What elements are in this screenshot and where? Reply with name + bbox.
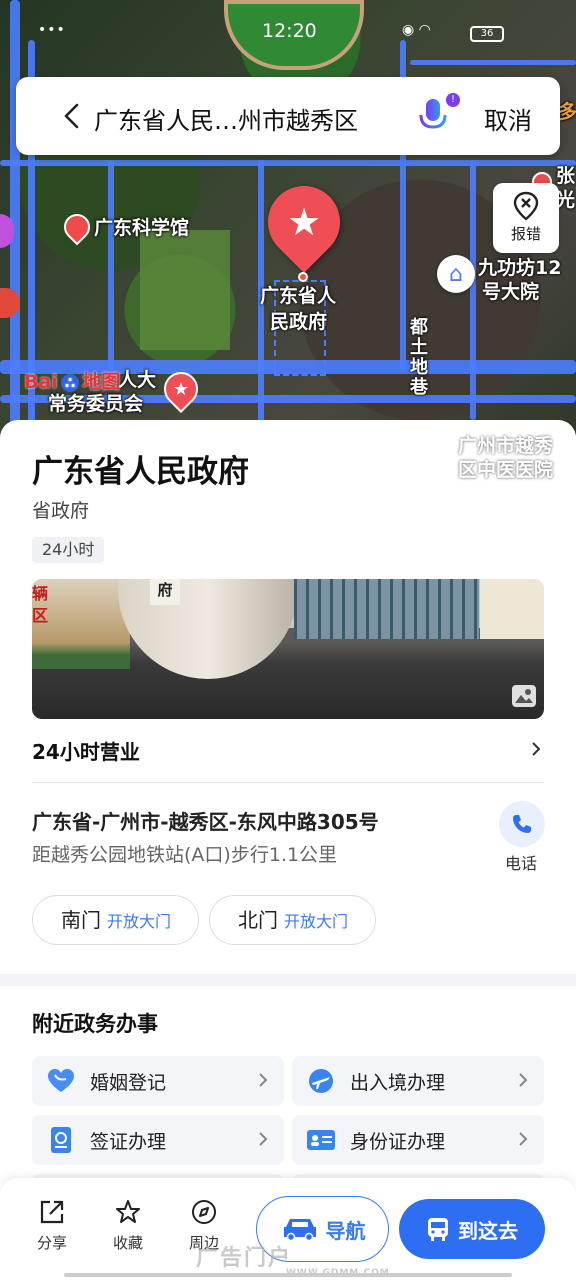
logo-text: 地图 bbox=[82, 371, 121, 393]
map-label-npc-2[interactable]: 常务委员会 bbox=[48, 392, 143, 416]
hours-tag: 24小时 bbox=[32, 537, 105, 563]
share-button[interactable]: 分享 bbox=[22, 1198, 82, 1253]
gate-desc: 开放大门 bbox=[107, 912, 172, 931]
report-error-label: 报错 bbox=[510, 225, 541, 243]
baidu-map-logo: Bai ∴ 地图 bbox=[24, 371, 121, 393]
photo-wall bbox=[480, 579, 544, 639]
service-label: 婚姻登记 bbox=[90, 1072, 167, 1094]
watermark-text: 广告门户 bbox=[196, 1246, 293, 1271]
mic-badge-icon: ! bbox=[446, 93, 460, 107]
car-icon bbox=[283, 1219, 316, 1242]
home-indicator[interactable] bbox=[64, 1273, 512, 1277]
share-label: 分享 bbox=[36, 1234, 67, 1252]
map-label-hospital-2: 区中医医院 bbox=[458, 459, 554, 481]
chevron-right-icon bbox=[519, 1132, 528, 1146]
favorite-button[interactable]: 收藏 bbox=[98, 1198, 158, 1253]
passport-icon bbox=[51, 1127, 71, 1153]
status-bar: ••• 12:20 ◉ ◠ 36 bbox=[0, 16, 576, 50]
go-here-button[interactable]: 到这去 bbox=[399, 1199, 545, 1259]
place-address[interactable]: 广东省-广州市-越秀区-东风中路305号 bbox=[32, 806, 379, 835]
service-id-card[interactable]: 身份证办理 bbox=[292, 1115, 544, 1165]
business-hours[interactable]: 24小时营业 bbox=[32, 736, 140, 765]
go-here-label: 到这去 bbox=[458, 1218, 518, 1243]
map-label-nine-2[interactable]: 号大院 bbox=[482, 280, 539, 304]
place-title: 广东省人民政府 bbox=[32, 454, 249, 490]
heart-icon bbox=[48, 1069, 74, 1092]
photo-sign-red: 辆区 bbox=[32, 584, 49, 625]
cancel-button[interactable]: 取消 bbox=[484, 101, 532, 136]
id-card-icon bbox=[307, 1130, 335, 1150]
map-label-npc-1[interactable]: 人大 bbox=[118, 368, 156, 392]
gate-desc: 开放大门 bbox=[284, 912, 349, 931]
gate-chip-north[interactable]: 北门 开放大门 bbox=[209, 895, 376, 945]
map-label-poi-main-2[interactable]: 民政府 bbox=[270, 310, 327, 334]
map-label-nine-1[interactable]: 九功坊12 bbox=[478, 256, 561, 280]
poi-location-dot bbox=[298, 272, 308, 282]
airplane-icon bbox=[309, 1069, 333, 1093]
report-error-button[interactable]: 报错 bbox=[493, 183, 559, 253]
place-distance: 距越秀公园地铁站(A口)步行1.1公里 bbox=[32, 844, 338, 866]
divider bbox=[32, 782, 544, 783]
chevron-right-icon bbox=[259, 1073, 268, 1087]
service-label: 身份证办理 bbox=[350, 1131, 446, 1153]
map-label-science-hall[interactable]: 广东科学馆 bbox=[94, 216, 189, 240]
nearby-services-title: 附近政务办事 bbox=[32, 1012, 158, 1036]
map-label-edge: 多 bbox=[558, 101, 576, 123]
place-photo[interactable]: 辆区 府 bbox=[32, 579, 544, 719]
photo-pillar bbox=[118, 579, 298, 679]
search-bar[interactable]: 广东省人民…州市越秀区 ! 取消 bbox=[16, 77, 560, 155]
residence-icon[interactable]: ⌂ bbox=[437, 255, 475, 293]
map-label-road: 都土地巷 bbox=[410, 317, 428, 398]
map-label-hospital-1-faded: 广州市越秀 bbox=[458, 435, 554, 457]
selected-poi-star-icon[interactable]: ★ bbox=[253, 171, 355, 273]
photo-gate bbox=[294, 579, 479, 639]
search-query-text[interactable]: 广东省人民…州市越秀区 bbox=[94, 101, 394, 136]
map-road bbox=[0, 160, 576, 166]
status-time: 12:20 bbox=[262, 20, 317, 42]
map-view[interactable]: 广东科学馆 ★ 广东省人 民政府 ⌂ 九功坊12 号大院 都土地巷 ★ 人大 常… bbox=[0, 0, 576, 470]
service-exit-entry[interactable]: 出入境办理 bbox=[292, 1056, 544, 1106]
favorite-label: 收藏 bbox=[112, 1234, 143, 1252]
map-road bbox=[410, 60, 576, 65]
gate-chip-south[interactable]: 南门 开放大门 bbox=[32, 895, 199, 945]
service-label: 出入境办理 bbox=[350, 1072, 446, 1094]
gate-name: 北门 bbox=[238, 908, 278, 932]
phone-button[interactable] bbox=[499, 801, 545, 847]
photo-sign: 府 bbox=[150, 579, 180, 605]
gate-name: 南门 bbox=[61, 908, 101, 932]
service-visa[interactable]: 签证办理 bbox=[32, 1115, 284, 1165]
map-road bbox=[470, 160, 476, 420]
bus-icon bbox=[428, 1218, 448, 1241]
map-road bbox=[108, 160, 114, 370]
share-icon bbox=[40, 1200, 64, 1224]
service-label: 签证办理 bbox=[90, 1131, 167, 1153]
place-category: 省政府 bbox=[32, 500, 90, 522]
signal-icon: ••• bbox=[38, 22, 66, 38]
chevron-right-icon[interactable] bbox=[530, 740, 542, 758]
location-error-icon bbox=[513, 191, 539, 221]
park-area bbox=[140, 230, 230, 350]
chevron-right-icon bbox=[259, 1132, 268, 1146]
compass-icon bbox=[192, 1200, 216, 1224]
chevron-right-icon bbox=[519, 1073, 528, 1087]
service-marriage[interactable]: 婚姻登记 bbox=[32, 1056, 284, 1106]
back-arrow-icon[interactable] bbox=[58, 101, 88, 131]
voice-mic-icon[interactable] bbox=[416, 95, 450, 135]
map-label-poi-main-1[interactable]: 广东省人 bbox=[260, 284, 336, 308]
phone-label[interactable]: 电话 bbox=[505, 850, 537, 874]
gallery-icon[interactable] bbox=[512, 685, 536, 707]
section-divider bbox=[0, 974, 576, 986]
map-label-top-right-1[interactable]: 张 bbox=[556, 164, 575, 188]
star-icon bbox=[116, 1200, 140, 1223]
location-wifi-icon: ◉ ◠ bbox=[402, 22, 431, 38]
battery-icon: 36 bbox=[470, 26, 504, 42]
phone-icon bbox=[513, 815, 531, 833]
poi-pin-icon[interactable] bbox=[58, 208, 96, 246]
